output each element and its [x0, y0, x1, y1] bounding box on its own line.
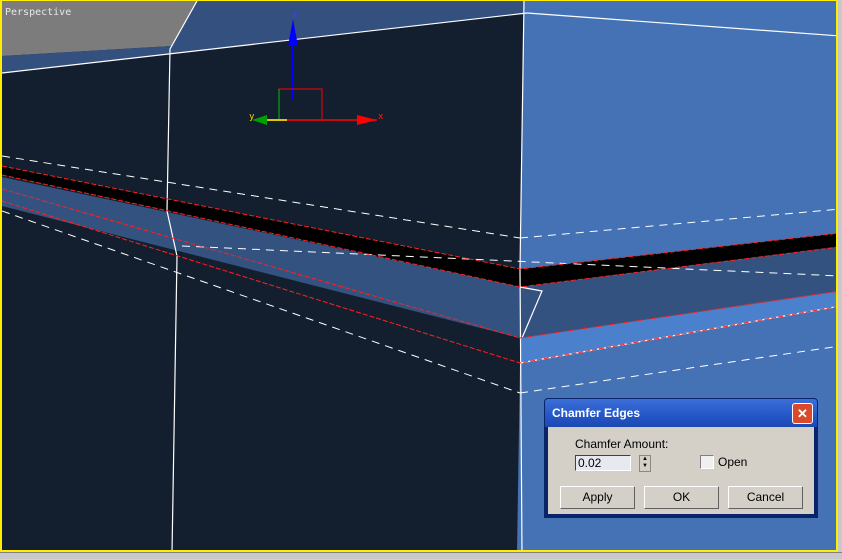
right-face: [520, 1, 836, 269]
open-checkbox[interactable]: [700, 455, 714, 469]
open-label: Open: [718, 455, 748, 469]
apply-button[interactable]: Apply: [560, 486, 635, 509]
dialog-title: Chamfer Edges: [552, 406, 641, 420]
axis-y-label: y: [249, 112, 255, 122]
axis-z-label: z: [292, 10, 297, 20]
chamfer-amount-label: Chamfer Amount:: [575, 437, 669, 451]
dialog-body: Chamfer Amount: 0.02 ▲ ▼ Open Apply OK Ca…: [548, 427, 814, 514]
chamfer-amount-spinner[interactable]: ▲ ▼: [639, 455, 651, 472]
ok-button[interactable]: OK: [644, 486, 719, 509]
axis-x-label: x: [378, 112, 384, 122]
viewport-label[interactable]: Perspective: [5, 7, 71, 18]
chamfer-amount-input[interactable]: 0.02: [575, 455, 631, 471]
dialog-titlebar[interactable]: Chamfer Edges ✕: [545, 399, 817, 427]
chamfer-edges-dialog: Chamfer Edges ✕ Chamfer Amount: 0.02 ▲ ▼ …: [544, 398, 818, 518]
cancel-button[interactable]: Cancel: [728, 486, 803, 509]
close-icon[interactable]: ✕: [792, 403, 813, 424]
